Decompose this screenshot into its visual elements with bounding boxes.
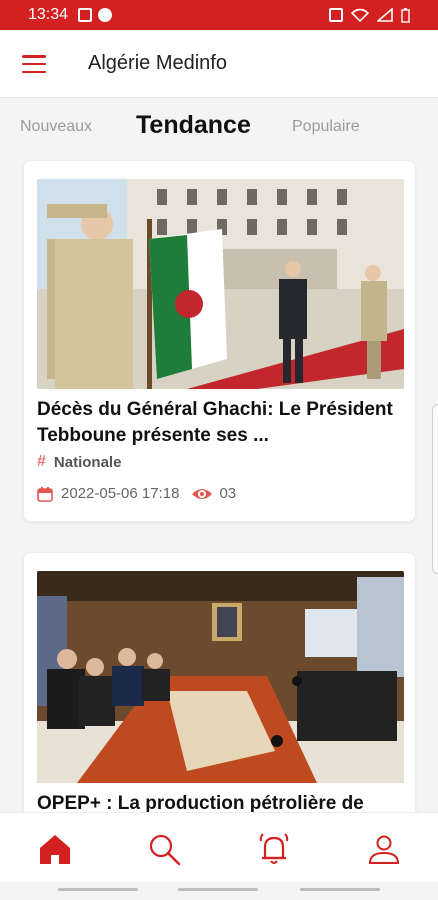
hashtag-icon: # xyxy=(37,453,46,470)
tab-tendance[interactable]: Tendance xyxy=(136,111,251,140)
app-bar: Algérie Medinfo xyxy=(0,30,438,98)
article-date: 2022-05-06 17:18 xyxy=(61,485,180,502)
home-icon[interactable] xyxy=(37,831,73,867)
article-image[interactable] xyxy=(37,179,404,389)
eye-icon xyxy=(192,488,213,499)
signal-icon xyxy=(377,8,393,22)
category-label: Nationale xyxy=(53,453,122,471)
bell-icon[interactable] xyxy=(256,831,292,867)
calendar-icon xyxy=(37,486,53,502)
hamburger-menu-icon[interactable] xyxy=(22,55,46,73)
status-time: 13:34 xyxy=(28,6,69,23)
user-icon[interactable] xyxy=(366,831,402,867)
wifi-icon xyxy=(351,8,369,22)
article-image[interactable] xyxy=(37,571,404,783)
facebook-notification-icon xyxy=(98,8,113,22)
tab-populaire[interactable]: Populaire xyxy=(292,118,360,136)
article-views: 03 xyxy=(219,485,237,502)
tab-nouveaux[interactable]: Nouveaux xyxy=(20,118,92,136)
article-card[interactable]: OPEP+ : La production pétrolière de xyxy=(23,552,416,852)
system-gesture-bar xyxy=(0,882,438,900)
battery-icon xyxy=(401,7,410,23)
gallery-notification-icon xyxy=(78,8,93,22)
vibrate-icon xyxy=(329,8,343,22)
status-bar: 13:34 xyxy=(0,0,438,30)
article-meta: 2022-05-06 17:18 03 xyxy=(37,485,236,502)
search-icon[interactable] xyxy=(146,831,182,867)
app-title: Algérie Medinfo xyxy=(88,52,227,74)
category-tabs: Nouveaux Tendance Populaire xyxy=(0,98,438,154)
drawer-edge-handle[interactable] xyxy=(432,404,438,574)
article-category[interactable]: # Nationale xyxy=(37,453,121,471)
article-card[interactable]: Décès du Général Ghachi: Le Président Te… xyxy=(23,160,416,522)
bottom-navigation xyxy=(0,812,438,882)
article-title[interactable]: Décès du Général Ghachi: Le Président Te… xyxy=(37,397,399,449)
